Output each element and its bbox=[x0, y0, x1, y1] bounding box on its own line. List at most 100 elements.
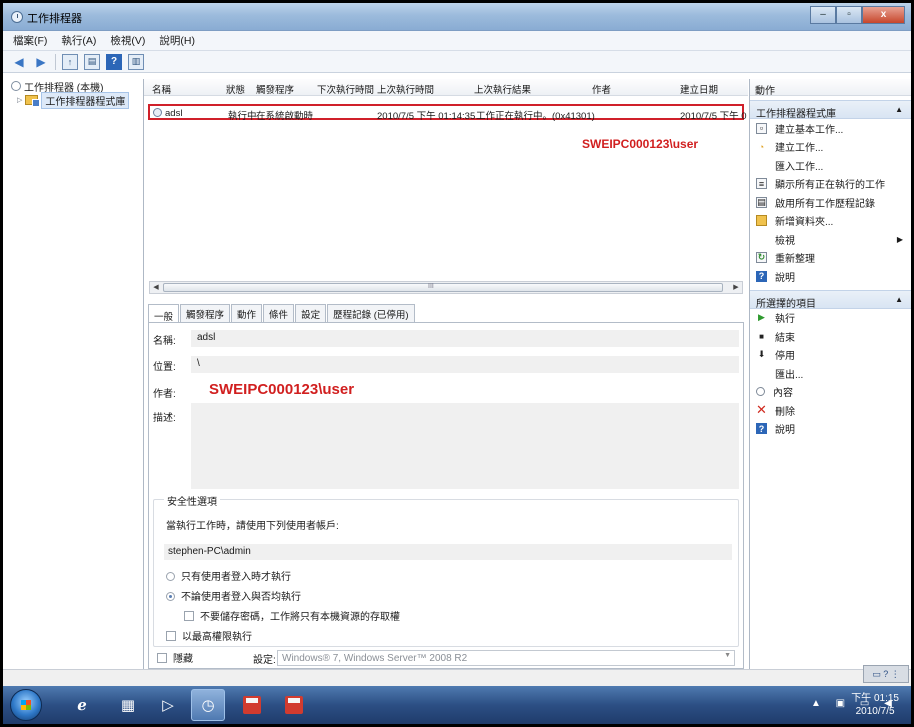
task-scheduler-window: 工作排程器 – ▫ x 檔案(F) 執行(A) 檢視(V) 說明(H) ◀ ▶ … bbox=[3, 3, 911, 724]
checkbox[interactable] bbox=[157, 653, 167, 663]
menu-view[interactable]: 檢視(V) bbox=[110, 33, 145, 48]
action-view[interactable]: 檢視 ▶ bbox=[750, 230, 911, 249]
system-tray: ▲ ▣ ▭ ◀ 下午 01:15 2010/7/5 bbox=[771, 686, 911, 724]
tab-general[interactable]: 一般 bbox=[148, 304, 180, 323]
help-icon: ? bbox=[756, 423, 767, 435]
status-bar bbox=[3, 669, 911, 686]
up-folder-icon[interactable]: ↑ bbox=[62, 53, 78, 70]
column-header-name[interactable]: 名稱 bbox=[152, 82, 171, 96]
scroll-right-icon[interactable]: ▶ bbox=[730, 282, 742, 293]
taskbar: ℯ ▦ ▷ ◷ ▲ ▣ ▭ ◀ 下午 01:15 2010/7/5 bbox=[3, 686, 911, 724]
action-help-selected[interactable]: ? 說明 bbox=[750, 420, 911, 439]
name-field[interactable]: adsl bbox=[191, 330, 739, 347]
column-header-created[interactable]: 建立日期 bbox=[680, 82, 718, 96]
configure-for-label: 設定: bbox=[253, 655, 276, 666]
cell-created: 2010/7/5 下午 0 bbox=[680, 111, 747, 122]
checkbox[interactable] bbox=[166, 631, 176, 641]
radio-whether-logged-on-label: 不論使用者登入與否均執行 bbox=[181, 592, 301, 603]
action-display-running[interactable]: ≡ 顯示所有正在執行的工作 bbox=[750, 175, 911, 194]
running-tasks-icon: ≡ bbox=[756, 178, 767, 190]
horizontal-scrollbar[interactable]: ◀ III ▶ bbox=[149, 281, 743, 294]
description-field[interactable] bbox=[191, 403, 739, 489]
close-button[interactable]: x bbox=[862, 6, 905, 24]
scroll-thumb[interactable] bbox=[163, 283, 723, 292]
actions-header: 動作 bbox=[750, 79, 911, 97]
toolbox-app-icon-2[interactable] bbox=[281, 693, 307, 717]
ie-icon[interactable]: ℯ bbox=[69, 693, 95, 717]
minimize-button[interactable]: – bbox=[810, 6, 836, 24]
task-grid-header: 名稱 狀態 觸發程序 下次執行時間 上次執行時間 上次執行結果 作者 建立日期 bbox=[144, 79, 748, 96]
tree-item-library[interactable]: ▷ 工作排程器程式庫 bbox=[11, 91, 139, 109]
expand-arrow-icon[interactable]: ▷ bbox=[17, 96, 22, 104]
task-scheduler-taskbar-icon[interactable]: ◷ bbox=[191, 689, 225, 721]
column-header-trigger[interactable]: 觸發程序 bbox=[256, 82, 294, 96]
column-header-next-run[interactable]: 下次執行時間 bbox=[317, 82, 374, 96]
column-header-status[interactable]: 狀態 bbox=[226, 82, 245, 96]
configure-for-select[interactable]: Windows® 7, Windows Server™ 2008 R2 ▼ bbox=[277, 650, 735, 666]
action-run[interactable]: ▶ 執行 bbox=[750, 309, 911, 328]
menu-action[interactable]: 執行(A) bbox=[61, 33, 96, 48]
show-hide-action-pane-icon[interactable]: ▥ bbox=[128, 53, 144, 70]
collapse-arrow-icon[interactable]: ▲ bbox=[895, 295, 903, 304]
tab-settings[interactable]: 設定 bbox=[295, 304, 327, 323]
general-tab-panel: 名稱: adsl 位置: \ 作者: SWEIPC000123\user 描述:… bbox=[148, 322, 744, 669]
maximize-button[interactable]: ▫ bbox=[836, 6, 862, 24]
action-enable-history[interactable]: ▤ 啟用所有工作歷程記錄 bbox=[750, 193, 911, 212]
action-delete[interactable]: ✕ 刪除 bbox=[750, 401, 911, 420]
action-help[interactable]: ? 說明 bbox=[750, 267, 911, 286]
action-new-folder[interactable]: 新增資料夾... bbox=[750, 212, 911, 231]
show-hide-tree-icon[interactable]: ▤ bbox=[84, 53, 100, 70]
cell-last-run: 2010/7/5 下午 01:14:35 bbox=[377, 111, 476, 122]
forward-arrow-icon[interactable]: ▶ bbox=[33, 54, 49, 70]
help-icon[interactable]: ? bbox=[106, 53, 122, 70]
tab-actions[interactable]: 動作 bbox=[231, 304, 263, 323]
action-export[interactable]: 匯出... bbox=[750, 364, 911, 383]
action-label: 停用 bbox=[775, 351, 795, 363]
account-prompt: 當執行工作時，請使用下列使用者帳戶: bbox=[166, 521, 339, 532]
menu-help[interactable]: 說明(H) bbox=[159, 33, 195, 48]
navigation-tree: 工作排程器 (本機) ▷ 工作排程器程式庫 bbox=[11, 79, 139, 669]
checkbox[interactable] bbox=[184, 611, 194, 621]
view-icon bbox=[756, 234, 767, 245]
checkbox-highest-privileges[interactable]: 以最高權限執行 bbox=[166, 628, 252, 643]
table-row[interactable]: adsl 執行中 在系統啟動時 2010/7/5 下午 01:14:35 工作正… bbox=[148, 104, 747, 122]
start-button[interactable] bbox=[10, 689, 42, 721]
action-end[interactable]: ■ 結束 bbox=[750, 327, 911, 346]
menu-file[interactable]: 檔案(F) bbox=[13, 33, 47, 48]
location-field[interactable]: \ bbox=[191, 356, 739, 373]
column-header-last-result[interactable]: 上次執行結果 bbox=[474, 82, 531, 96]
column-header-last-run[interactable]: 上次執行時間 bbox=[377, 82, 434, 96]
tab-triggers[interactable]: 觸發程序 bbox=[180, 304, 231, 323]
column-header-author[interactable]: 作者 bbox=[592, 82, 611, 96]
action-refresh[interactable]: ↻ 重新整理 bbox=[750, 249, 911, 268]
action-label: 說明 bbox=[775, 425, 795, 437]
checkbox-hidden[interactable]: 隱藏 bbox=[157, 653, 193, 665]
back-arrow-icon[interactable]: ◀ bbox=[11, 54, 27, 70]
tab-history[interactable]: 歷程記錄 (已停用) bbox=[327, 304, 415, 323]
annotation-user-top: SWEIPC000123\user bbox=[582, 137, 699, 151]
action-disable[interactable]: ⬇ 停用 bbox=[750, 346, 911, 365]
collapse-arrow-icon[interactable]: ▲ bbox=[895, 105, 903, 114]
actions-section-selected[interactable]: 所選擇的項目 ▲ bbox=[750, 289, 911, 310]
clock[interactable]: 下午 01:15 2010/7/5 bbox=[851, 692, 899, 718]
action-create-task[interactable]: ◔ 建立工作... bbox=[750, 138, 911, 157]
radio-whether-logged-on[interactable]: 不論使用者登入與否均執行 bbox=[166, 588, 301, 603]
actions-section-library[interactable]: 工作排程器程式庫 ▲ bbox=[750, 100, 911, 120]
scroll-left-icon[interactable]: ◀ bbox=[150, 282, 162, 293]
location-label: 位置: bbox=[153, 362, 176, 373]
radio-only-logged-on[interactable]: 只有使用者登入時才執行 bbox=[166, 568, 291, 583]
action-import-task[interactable]: 匯入工作... bbox=[750, 156, 911, 175]
tab-conditions[interactable]: 條件 bbox=[263, 304, 295, 323]
action-create-basic-task[interactable]: ▫ 建立基本工作... bbox=[750, 119, 911, 138]
action-properties[interactable]: 內容 bbox=[750, 383, 911, 402]
checkbox-no-password[interactable]: 不要儲存密碼，工作將只有本機資源的存取權 bbox=[184, 608, 400, 623]
cell-last-result: 工作正在執行中。(0x41301) bbox=[476, 111, 595, 122]
radio-button[interactable] bbox=[166, 572, 175, 581]
history-icon: ▤ bbox=[756, 196, 767, 208]
explorer-folder-icon[interactable]: ▦ bbox=[115, 693, 141, 717]
radio-button-selected[interactable] bbox=[166, 592, 175, 601]
language-bar[interactable]: ▭ ? ⋮ bbox=[863, 665, 909, 683]
media-player-icon[interactable]: ▷ bbox=[155, 693, 181, 717]
title-bar[interactable]: 工作排程器 – ▫ x bbox=[3, 3, 911, 31]
toolbox-app-icon[interactable] bbox=[239, 693, 265, 717]
